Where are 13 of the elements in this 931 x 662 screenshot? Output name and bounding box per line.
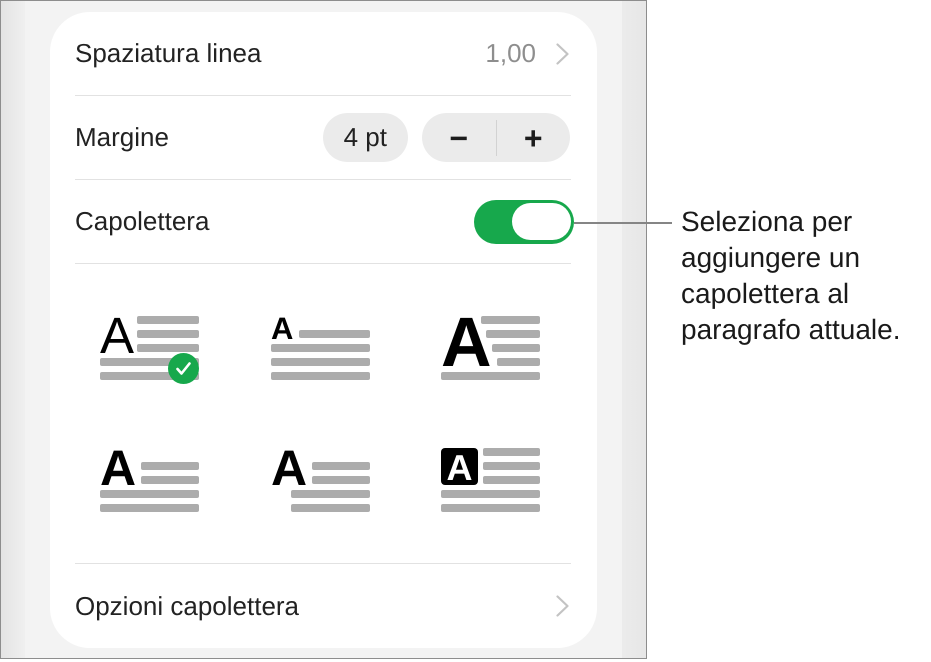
checkmark-icon (168, 353, 199, 384)
toggle-switch[interactable] (474, 200, 574, 244)
setting-value: 1,00 (485, 38, 536, 69)
callout-text: Seleziona per aggiungere un capolettera al paragrafo attuale. (681, 205, 902, 347)
setting-label: Margine (75, 122, 170, 153)
chevron-right-icon[interactable] (556, 595, 569, 617)
setting-label: Capolettera (75, 206, 210, 237)
chevron-right-icon[interactable] (556, 42, 569, 64)
decrement-button[interactable]: − (422, 113, 496, 162)
drop-cap-options-button[interactable]: Opzioni capolettera (75, 564, 571, 648)
increment-button[interactable]: + (496, 113, 570, 162)
setting-label: Spaziatura linea (75, 38, 262, 69)
value-field[interactable]: 4 pt (322, 113, 408, 162)
